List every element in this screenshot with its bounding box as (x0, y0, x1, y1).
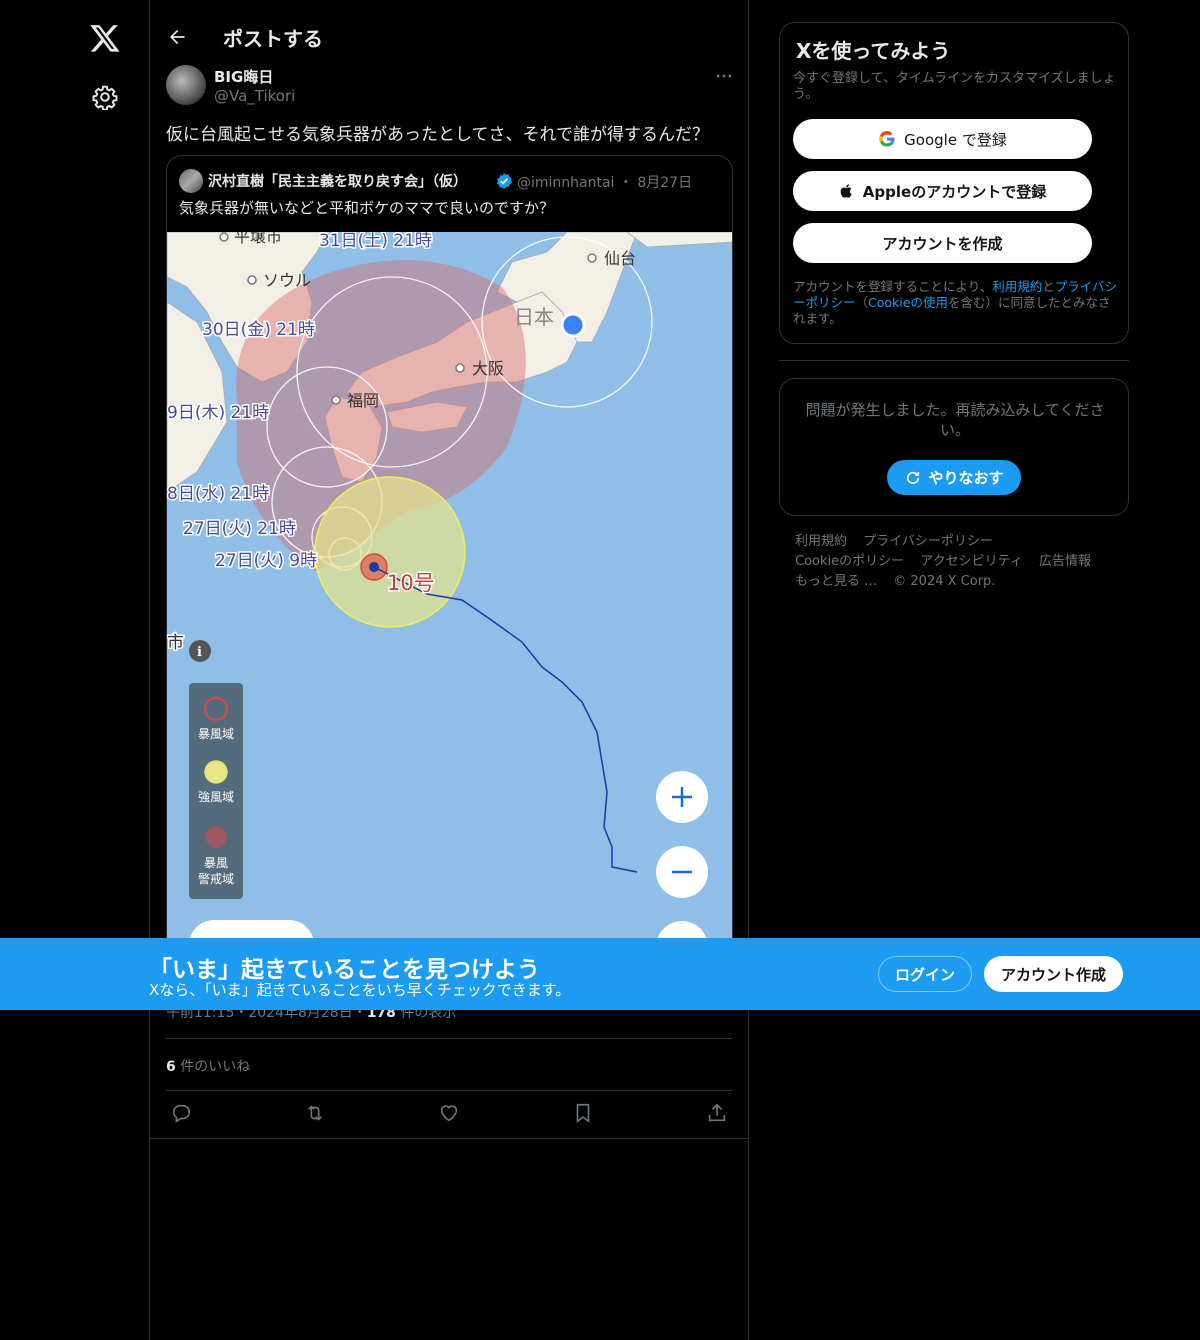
footer-more-link[interactable]: もっと見る … (795, 572, 877, 592)
strong-wind-zone (314, 476, 466, 628)
more-options-icon[interactable] (714, 66, 734, 86)
likes-count: 6 (166, 1059, 176, 1075)
verified-badge-icon (496, 173, 512, 189)
main-column: ポストする BIG晦日 @Va_Tikori 仮に台風起こせる気象兵器があったと… (149, 0, 749, 1340)
page-header: ポストする (150, 0, 748, 56)
time-label-29: 9日(木) 21時 (167, 403, 269, 423)
signup-card: Xを使ってみよう 今すぐ登録して、タイムラインをカスタマイズしましょう。 Goo… (779, 22, 1129, 344)
divider (150, 1138, 748, 1139)
city-label-osaka: 大阪 (472, 359, 504, 378)
footer-links: 利用規約 プライバシーポリシー Cookieのポリシー アクセシビリティ 広告情… (795, 532, 1115, 592)
copyright: © 2024 X Corp. (893, 574, 996, 589)
divider (166, 1038, 732, 1039)
city-label-seoul: ソウル (263, 271, 311, 290)
error-message: 問題が発生しました。再読み込みしてください。 (805, 401, 1105, 439)
signup-subtitle: 今すぐ登録して、タイムラインをカスタマイズしましょう。 (793, 71, 1116, 102)
city-label-fukuoka: 福岡 (347, 391, 379, 410)
post-actions (166, 1102, 732, 1128)
left-nav (0, 0, 150, 1340)
footer-link[interactable]: プライバシーポリシー (863, 532, 993, 552)
repost-icon[interactable] (304, 1102, 326, 1124)
error-card: 問題が発生しました。再読み込みしてください。 やりなおす (779, 378, 1129, 516)
terms-link[interactable]: 利用規約 (992, 279, 1042, 294)
legend-warning-icon (205, 826, 227, 848)
current-location-marker (560, 312, 586, 338)
city-dot-pyongyang (219, 232, 229, 242)
city-dot-seoul (247, 275, 257, 285)
typhoon-map-image[interactable]: 平壌市 ソウル 仙台 日本 大阪 福岡 31日(土) 21時 30日(金) 21… (167, 232, 732, 954)
quote-handle-date: @iminnhantai ・ 8月27日 (517, 172, 692, 192)
settings-gear-icon[interactable] (92, 84, 118, 110)
author-name[interactable]: BIG晦日 (214, 66, 273, 87)
post-author: BIG晦日 @Va_Tikori (166, 64, 734, 108)
page-title: ポストする (223, 27, 323, 51)
time-label-31: 31日(土) 21時 (319, 232, 432, 251)
like-heart-icon[interactable] (438, 1102, 460, 1124)
divider (779, 360, 1129, 361)
city-label-pyongyang: 平壌市 (234, 232, 282, 246)
retry-button[interactable]: やりなおす (887, 460, 1021, 495)
legend-strong-wind-label: 強風域 (198, 790, 234, 804)
banner-create-account-button[interactable]: アカウント作成 (984, 956, 1123, 992)
banner-subtitle: Xなら、「いま」起きていることをいち早くチェックできます。 (149, 981, 571, 999)
time-label-27-21: 27日(火) 21時 (183, 519, 296, 539)
time-label-27-9: 27日(火) 9時 (215, 551, 317, 571)
footer-link[interactable]: アクセシビリティ (920, 552, 1023, 572)
legend-warning-label-2: 警戒域 (198, 871, 234, 886)
apple-signup-button[interactable]: Appleのアカウントで登録 (793, 171, 1092, 211)
google-signup-button[interactable]: Google で登録 (793, 119, 1092, 159)
city-dot-osaka (455, 363, 465, 373)
create-account-button[interactable]: アカウントを作成 (793, 223, 1092, 263)
quote-text: 気象兵器が無いなどと平和ボケのママで良いのですか？ (179, 199, 555, 217)
legal-and: と (1042, 279, 1055, 294)
typhoon-map-graphic: 平壌市 ソウル 仙台 日本 大阪 福岡 31日(土) 21時 30日(金) 21… (167, 232, 732, 954)
quote-author-handle: @iminnhantai (517, 175, 615, 191)
back-arrow-icon[interactable] (167, 27, 187, 47)
footer-link[interactable]: Cookieのポリシー (795, 552, 904, 572)
refresh-icon (907, 471, 920, 484)
quote-date: ・ 8月27日 (618, 175, 693, 191)
login-button[interactable]: ログイン (878, 956, 972, 992)
legend-storm-label: 暴風域 (198, 727, 234, 741)
svg-text:i: i (197, 645, 202, 660)
quoted-post[interactable]: 沢村直樹「民主主義を取り戻す会」（仮） @iminnhantai ・ 8月27日… (166, 155, 733, 955)
author-handle[interactable]: @Va_Tikori (214, 87, 295, 105)
legal-paren: （ (855, 295, 869, 310)
footer-link[interactable]: 利用規約 (795, 532, 847, 552)
bookmark-icon[interactable] (572, 1102, 594, 1124)
divider (166, 1090, 732, 1091)
quote-author-name: 沢村直樹「民主主義を取り戻す会」（仮） (208, 174, 467, 190)
land-hokkaido (626, 232, 732, 248)
reply-icon[interactable] (170, 1102, 192, 1124)
cookie-link[interactable]: Cookieの使用 (868, 295, 948, 310)
apple-icon (840, 184, 852, 198)
create-account-label: アカウントを作成 (882, 234, 1003, 253)
country-label-japan: 日本 (514, 305, 554, 329)
google-icon (879, 131, 895, 147)
share-icon[interactable] (706, 1102, 728, 1124)
legal-prefix: アカウントを登録することにより、 (793, 279, 993, 294)
quote-avatar (179, 169, 203, 193)
apple-signup-label: Appleのアカウントで登録 (862, 182, 1047, 201)
time-label-30: 30日(金) 21時 (202, 320, 315, 340)
avatar[interactable] (166, 65, 206, 105)
signup-legal-text: アカウントを登録することにより、利用規約とプライバシーポリシー（Cookieの使… (793, 279, 1119, 327)
legend-strong-wind-icon (204, 760, 228, 784)
city-dot-sendai (587, 253, 597, 263)
likes-row[interactable]: 6 件のいいね (166, 1056, 250, 1076)
typhoon-label: 10号 (387, 571, 435, 595)
edge-label: 市 (167, 633, 184, 653)
x-logo-icon[interactable] (89, 22, 121, 54)
post-text: 仮に台風起こせる気象兵器があったとしてさ、それで誰が得するんだ？ (166, 125, 709, 145)
city-dot-fukuoka (331, 395, 341, 405)
likes-label: 件のいいね (180, 1059, 251, 1075)
legend-warning-label-1: 暴風 (204, 856, 228, 870)
time-label-28: 8日(水) 21時 (167, 484, 269, 504)
footer-link[interactable]: 広告情報 (1039, 552, 1091, 572)
google-signup-label: Google で登録 (904, 130, 1007, 149)
signup-title: Xを使ってみよう (796, 39, 951, 63)
city-label-sendai: 仙台 (604, 249, 636, 268)
signup-banner: 「いま」起きていることを見つけよう Xなら、「いま」起きていることをいち早くチェ… (0, 938, 1200, 1010)
retry-label: やりなおす (928, 469, 1004, 487)
